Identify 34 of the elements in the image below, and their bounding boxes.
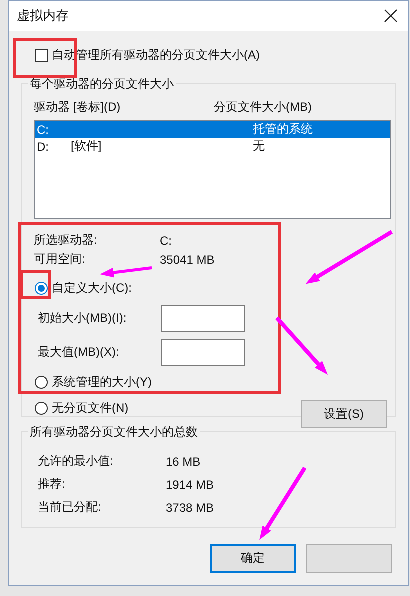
radio-icon[interactable]	[35, 376, 48, 388]
set-button[interactable]: 设置(S)	[301, 400, 387, 428]
input-field[interactable]	[161, 304, 245, 332]
info-value: C:	[160, 234, 172, 248]
drive-row[interactable]: D: [软件] 无	[35, 138, 390, 155]
radio-icon[interactable]	[35, 282, 48, 294]
column-header: 分页文件大小(MB)	[214, 98, 312, 116]
radio-option[interactable]: 系统管理的大小(Y)	[35, 374, 152, 390]
highlight-frame	[14, 38, 78, 78]
total-label: 允许的最小值:	[38, 453, 114, 470]
window-title: 虚拟内存	[17, 7, 69, 25]
arrow	[276, 316, 328, 375]
field-label: 最大值(MB)(X):	[38, 344, 120, 360]
field-label: 初始大小(MB)(I):	[38, 310, 128, 326]
info-label: 可用空间:	[34, 251, 86, 268]
radio-option[interactable]: 自定义大小(C):	[35, 280, 132, 296]
group-title: 每个驱动器的分页文件大小	[28, 76, 176, 93]
total-value: 1914 MB	[166, 478, 214, 492]
checkbox-icon[interactable]	[35, 48, 48, 62]
radio-icon[interactable]	[35, 402, 48, 414]
group-title: 所有驱动器分页文件大小的总数	[28, 424, 200, 441]
radio-option[interactable]: 无分页文件(N)	[35, 400, 129, 416]
drive-row[interactable]: C: 托管的系统	[35, 121, 390, 138]
column-header: 驱动器 [卷标](D)	[34, 98, 122, 116]
info-value: 35041 MB	[160, 252, 215, 266]
input-field[interactable]	[161, 338, 245, 366]
info-label: 所选驱动器:	[34, 232, 98, 249]
total-label: 当前已分配:	[38, 499, 102, 516]
total-value: 16 MB	[166, 454, 201, 468]
dialog-button[interactable]: 确定	[210, 544, 296, 573]
total-value: 3738 MB	[166, 500, 214, 514]
total-label: 推荐:	[38, 476, 66, 493]
close-icon[interactable]	[384, 9, 398, 23]
arrow	[100, 266, 152, 278]
